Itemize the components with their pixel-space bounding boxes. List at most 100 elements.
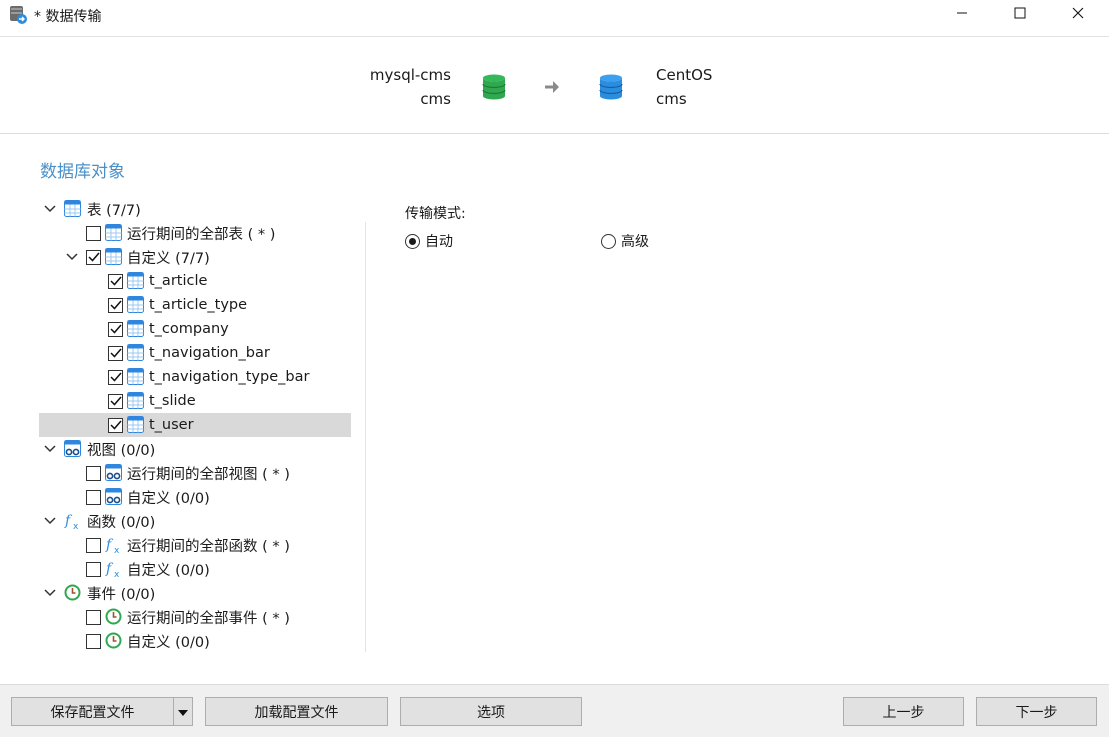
- tree-node-functions-custom[interactable]: fx 自定义 (0/0): [39, 557, 351, 581]
- table-icon: [127, 320, 145, 338]
- table-icon: [64, 200, 82, 218]
- table-item[interactable]: t_slide: [39, 389, 351, 413]
- clock-icon: [105, 632, 123, 650]
- radio-auto-label: 自动: [425, 234, 453, 250]
- tree-node-functions[interactable]: fx 函数 (0/0): [39, 509, 351, 533]
- checkbox-checked[interactable]: [108, 417, 123, 433]
- dropdown-arrow-icon: [178, 704, 188, 720]
- table-item[interactable]: t_navigation_type_bar: [39, 365, 351, 389]
- views-all-runtime-label: 运行期间的全部视图 ( * ): [127, 466, 290, 483]
- tree-node-tables-all-runtime[interactable]: 运行期间的全部表 ( * ): [39, 221, 351, 245]
- checkbox[interactable]: [86, 489, 101, 505]
- chevron-down-icon[interactable]: [43, 586, 57, 600]
- checkbox-checked[interactable]: [108, 321, 123, 337]
- checkbox[interactable]: [86, 537, 101, 553]
- back-button[interactable]: 上一步: [843, 697, 964, 726]
- function-icon: fx: [105, 536, 123, 556]
- table-name: t_article: [149, 273, 208, 289]
- save-profile-dropdown[interactable]: [173, 697, 193, 726]
- tree-node-views-custom[interactable]: 自定义 (0/0): [39, 485, 351, 509]
- function-icon: fx: [64, 512, 82, 532]
- load-profile-button[interactable]: 加载配置文件: [205, 697, 388, 726]
- radio-auto[interactable]: 自动: [405, 231, 453, 251]
- blue-database-icon: [599, 74, 623, 104]
- next-label: 下一步: [1015, 704, 1058, 721]
- tree-node-events-custom[interactable]: 自定义 (0/0): [39, 629, 351, 653]
- tree-node-tables[interactable]: 表 (7/7): [39, 197, 351, 221]
- source-database-name: cms: [420, 90, 451, 108]
- arrow-right-icon: [544, 80, 560, 98]
- chevron-down-icon[interactable]: [43, 202, 57, 216]
- close-button[interactable]: [1049, 0, 1107, 30]
- checkbox[interactable]: [86, 225, 101, 241]
- table-icon: [127, 296, 145, 314]
- chevron-down-icon[interactable]: [43, 442, 57, 456]
- tables-custom-label: 自定义 (7/7): [127, 250, 210, 267]
- chevron-down-icon[interactable]: [65, 250, 79, 264]
- data-transfer-icon: [8, 5, 28, 25]
- object-tree[interactable]: 表 (7/7) 运行期间的全部表 ( * ) 自定义 (7/7) t_artic…: [39, 197, 351, 653]
- checkbox-checked[interactable]: [108, 369, 123, 385]
- checkbox-checked[interactable]: [86, 249, 101, 265]
- view-icon: [64, 440, 82, 458]
- table-icon: [127, 344, 145, 362]
- table-name: t_user: [149, 417, 194, 433]
- checkbox-checked[interactable]: [108, 345, 123, 361]
- functions-label: 函数 (0/0): [87, 514, 156, 531]
- checkbox[interactable]: [86, 609, 101, 625]
- bottom-button-bar: 保存配置文件 加载配置文件 选项 上一步 下一步: [0, 684, 1109, 737]
- table-icon: [127, 272, 145, 290]
- table-icon: [105, 248, 123, 266]
- tree-node-tables-custom[interactable]: 自定义 (7/7): [39, 245, 351, 269]
- radio-button-selected[interactable]: [405, 233, 420, 249]
- target-database-name: cms: [656, 90, 687, 108]
- maximize-button[interactable]: [991, 0, 1049, 30]
- table-item[interactable]: t_article: [39, 269, 351, 293]
- tree-node-events[interactable]: 事件 (0/0): [39, 581, 351, 605]
- table-item[interactable]: t_article_type: [39, 293, 351, 317]
- table-item[interactable]: t_navigation_bar: [39, 341, 351, 365]
- checkbox-checked[interactable]: [108, 273, 123, 289]
- target-connection-name: CentOS: [656, 66, 713, 84]
- connection-header: mysql-cms cms CentOS cms: [0, 36, 1109, 134]
- tree-node-events-all-runtime[interactable]: 运行期间的全部事件 ( * ): [39, 605, 351, 629]
- checkbox[interactable]: [86, 561, 101, 577]
- tree-node-views-all-runtime[interactable]: 运行期间的全部视图 ( * ): [39, 461, 351, 485]
- table-icon: [105, 224, 123, 242]
- minimize-button[interactable]: [933, 0, 991, 30]
- table-icon: [127, 416, 145, 434]
- svg-text:f: f: [64, 513, 73, 529]
- svg-text:f: f: [105, 561, 114, 577]
- radio-button[interactable]: [601, 233, 616, 249]
- checkbox[interactable]: [86, 465, 101, 481]
- events-all-runtime-label: 运行期间的全部事件 ( * ): [127, 610, 290, 627]
- tables-label: 表 (7/7): [87, 202, 141, 219]
- functions-custom-label: 自定义 (0/0): [127, 562, 210, 579]
- load-profile-label: 加载配置文件: [254, 704, 339, 721]
- title-bar: * 数据传输: [0, 0, 1109, 30]
- tree-node-views[interactable]: 视图 (0/0): [39, 437, 351, 461]
- chevron-down-icon[interactable]: [43, 514, 57, 528]
- svg-text:x: x: [73, 522, 79, 530]
- checkbox[interactable]: [86, 633, 101, 649]
- transfer-mode-label: 传输模式:: [405, 206, 466, 222]
- table-icon: [127, 392, 145, 410]
- table-name: t_navigation_type_bar: [149, 369, 310, 385]
- table-item[interactable]: t_company: [39, 317, 351, 341]
- table-name: t_slide: [149, 393, 196, 409]
- tree-node-functions-all-runtime[interactable]: fx 运行期间的全部函数 ( * ): [39, 533, 351, 557]
- database-objects-heading: 数据库对象: [40, 162, 125, 182]
- minimize-icon: [956, 7, 968, 23]
- checkbox-checked[interactable]: [108, 297, 123, 313]
- views-custom-label: 自定义 (0/0): [127, 490, 210, 507]
- next-button[interactable]: 下一步: [976, 697, 1097, 726]
- panel-divider[interactable]: [365, 222, 366, 652]
- clock-icon: [105, 608, 123, 626]
- radio-advanced[interactable]: 高级: [601, 231, 649, 251]
- table-item-selected[interactable]: t_user: [39, 413, 351, 437]
- window-title: * 数据传输: [34, 9, 102, 25]
- checkbox-checked[interactable]: [108, 393, 123, 409]
- save-profile-button[interactable]: 保存配置文件: [11, 697, 174, 726]
- options-button[interactable]: 选项: [400, 697, 582, 726]
- functions-all-runtime-label: 运行期间的全部函数 ( * ): [127, 538, 290, 555]
